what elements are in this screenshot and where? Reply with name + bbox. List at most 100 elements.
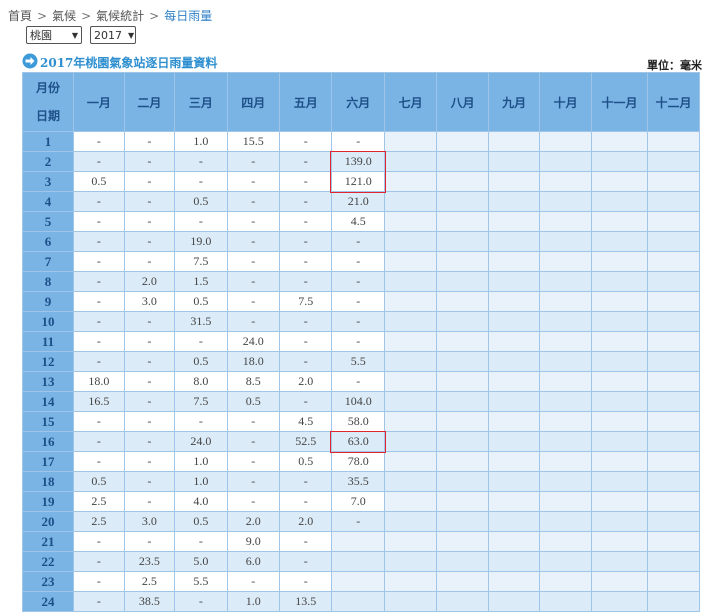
- rainfall-cell: [436, 171, 490, 192]
- rainfall-cell: [591, 331, 648, 352]
- rainfall-cell: [488, 191, 541, 212]
- rainfall-cell: [591, 191, 648, 212]
- rainfall-cell: [436, 271, 490, 292]
- rainfall-cell: [488, 451, 541, 472]
- day-cell: 7: [21, 251, 75, 272]
- rainfall-cell: [591, 311, 648, 332]
- rainfall-cell: [488, 391, 541, 412]
- day-cell: 15: [21, 411, 75, 432]
- rainfall-cell: [539, 351, 593, 372]
- rainfall-cell: [646, 411, 701, 432]
- day-cell: 22: [21, 551, 75, 572]
- rainfall-cell: -: [226, 571, 280, 592]
- rainfall-cell: -: [278, 251, 333, 272]
- rainfall-cell: -: [123, 251, 176, 272]
- rainfall-cell: -: [73, 451, 125, 472]
- rainfall-cell: -: [226, 451, 280, 472]
- rainfall-cell: [488, 471, 541, 492]
- month-header-cell: 四月: [226, 72, 280, 132]
- rainfall-cell: [436, 191, 490, 212]
- rainfall-cell: -: [278, 391, 333, 412]
- rainfall-cell: [436, 151, 490, 172]
- header-month-label: 月份: [36, 81, 61, 95]
- rainfall-cell: -: [73, 311, 125, 332]
- rainfall-cell: [436, 571, 490, 592]
- rainfall-cell: [646, 391, 701, 412]
- day-cell: 19: [21, 491, 75, 512]
- rainfall-cell: [646, 271, 701, 292]
- rainfall-cell: 6.0: [226, 551, 280, 572]
- year-select[interactable]: 2017 ▼: [90, 26, 136, 44]
- rainfall-cell: -: [73, 571, 125, 592]
- table-row: 5- - - - -4.5: [21, 211, 701, 232]
- rainfall-cell: [384, 171, 438, 192]
- table-row: 13 18.0-8.0 8.5 2.0-: [21, 371, 701, 392]
- breadcrumb-climate-link[interactable]: 氣候: [52, 9, 76, 23]
- rainfall-cell: [539, 131, 593, 152]
- rainfall-cell: [488, 231, 541, 252]
- rainfall-cell: [646, 231, 701, 252]
- rainfall-cell: 35.5: [331, 471, 386, 492]
- rainfall-cell: [646, 471, 701, 492]
- rainfall-cell: -: [174, 171, 228, 192]
- rainfall-cell: [488, 371, 541, 392]
- rainfall-cell: 139.0: [331, 151, 386, 172]
- rainfall-cell: [591, 151, 648, 172]
- rainfall-cell: -: [123, 191, 176, 212]
- rainfall-cell: -: [278, 531, 333, 552]
- breadcrumb-climate-stats-link[interactable]: 氣候統計: [96, 9, 144, 23]
- rainfall-cell: 2.0: [226, 511, 280, 532]
- rainfall-cell: 1.0: [174, 451, 228, 472]
- rainfall-cell: [488, 531, 541, 552]
- table-row: 18 0.5-1.0- -35.5: [21, 471, 701, 492]
- rainfall-cell: [539, 291, 593, 312]
- rainfall-cell: [436, 131, 490, 152]
- rainfall-cell: [488, 411, 541, 432]
- breadcrumb-current-page: 每日雨量: [164, 9, 213, 23]
- rainfall-cell: 24.0: [226, 331, 280, 352]
- rainfall-cell: [591, 231, 648, 252]
- rainfall-cell: [539, 511, 593, 532]
- rainfall-cell: [436, 491, 490, 512]
- rainfall-cell: -: [226, 291, 280, 312]
- station-select[interactable]: 桃園 ▼: [26, 26, 82, 44]
- month-header-cell: 六月: [331, 72, 386, 132]
- table-row: 15- - - -4.5 58.0: [21, 411, 701, 432]
- rainfall-cell: 1.5: [174, 271, 228, 292]
- rainfall-cell: [646, 171, 701, 192]
- rainfall-cell: 18.0: [73, 371, 125, 392]
- rainfall-cell: [539, 211, 593, 232]
- rainfall-cell: 2.5: [73, 511, 125, 532]
- rainfall-cell: -: [278, 271, 333, 292]
- rainfall-cell: -: [73, 211, 125, 232]
- rainfall-cell: [488, 151, 541, 172]
- rainfall-cell: -: [73, 431, 125, 452]
- rainfall-cell: [384, 451, 438, 472]
- rainfall-cell: [646, 511, 701, 532]
- rainfall-cell: 15.5: [226, 131, 280, 152]
- chevron-down-icon: ▼: [71, 30, 78, 40]
- breadcrumb-home-link[interactable]: 首頁: [8, 9, 32, 23]
- rainfall-cell: [331, 591, 386, 612]
- rainfall-cell: -: [123, 471, 176, 492]
- month-header-cell: 九月: [488, 72, 541, 132]
- rainfall-cell: -: [226, 311, 280, 332]
- header-day-label: 日期: [36, 109, 61, 123]
- rainfall-cell: 104.0: [331, 391, 386, 412]
- rainfall-cell: 19.0: [174, 231, 228, 252]
- breadcrumb-separator: >: [37, 9, 48, 23]
- rainfall-cell: -: [278, 351, 333, 372]
- rainfall-cell: [539, 591, 593, 612]
- table-body: 1- -1.0 15.5- -2- - - - -139.0 3 0.5- - - -121.0 4- -0…: [21, 131, 701, 612]
- chevron-down-icon: ▼: [128, 30, 135, 40]
- month-header-cell: 二月: [123, 72, 176, 132]
- rainfall-cell: [436, 251, 490, 272]
- rainfall-cell: 2.0: [278, 511, 333, 532]
- year-select-value: 2017: [94, 28, 122, 42]
- rainfall-cell: 5.5: [331, 351, 386, 372]
- breadcrumb-separator: >: [81, 9, 92, 23]
- rainfall-cell: [488, 131, 541, 152]
- rainfall-cell: -: [331, 331, 386, 352]
- table-row: 21- - -9.0-: [21, 531, 701, 552]
- rainfall-cell: 16.5: [73, 391, 125, 412]
